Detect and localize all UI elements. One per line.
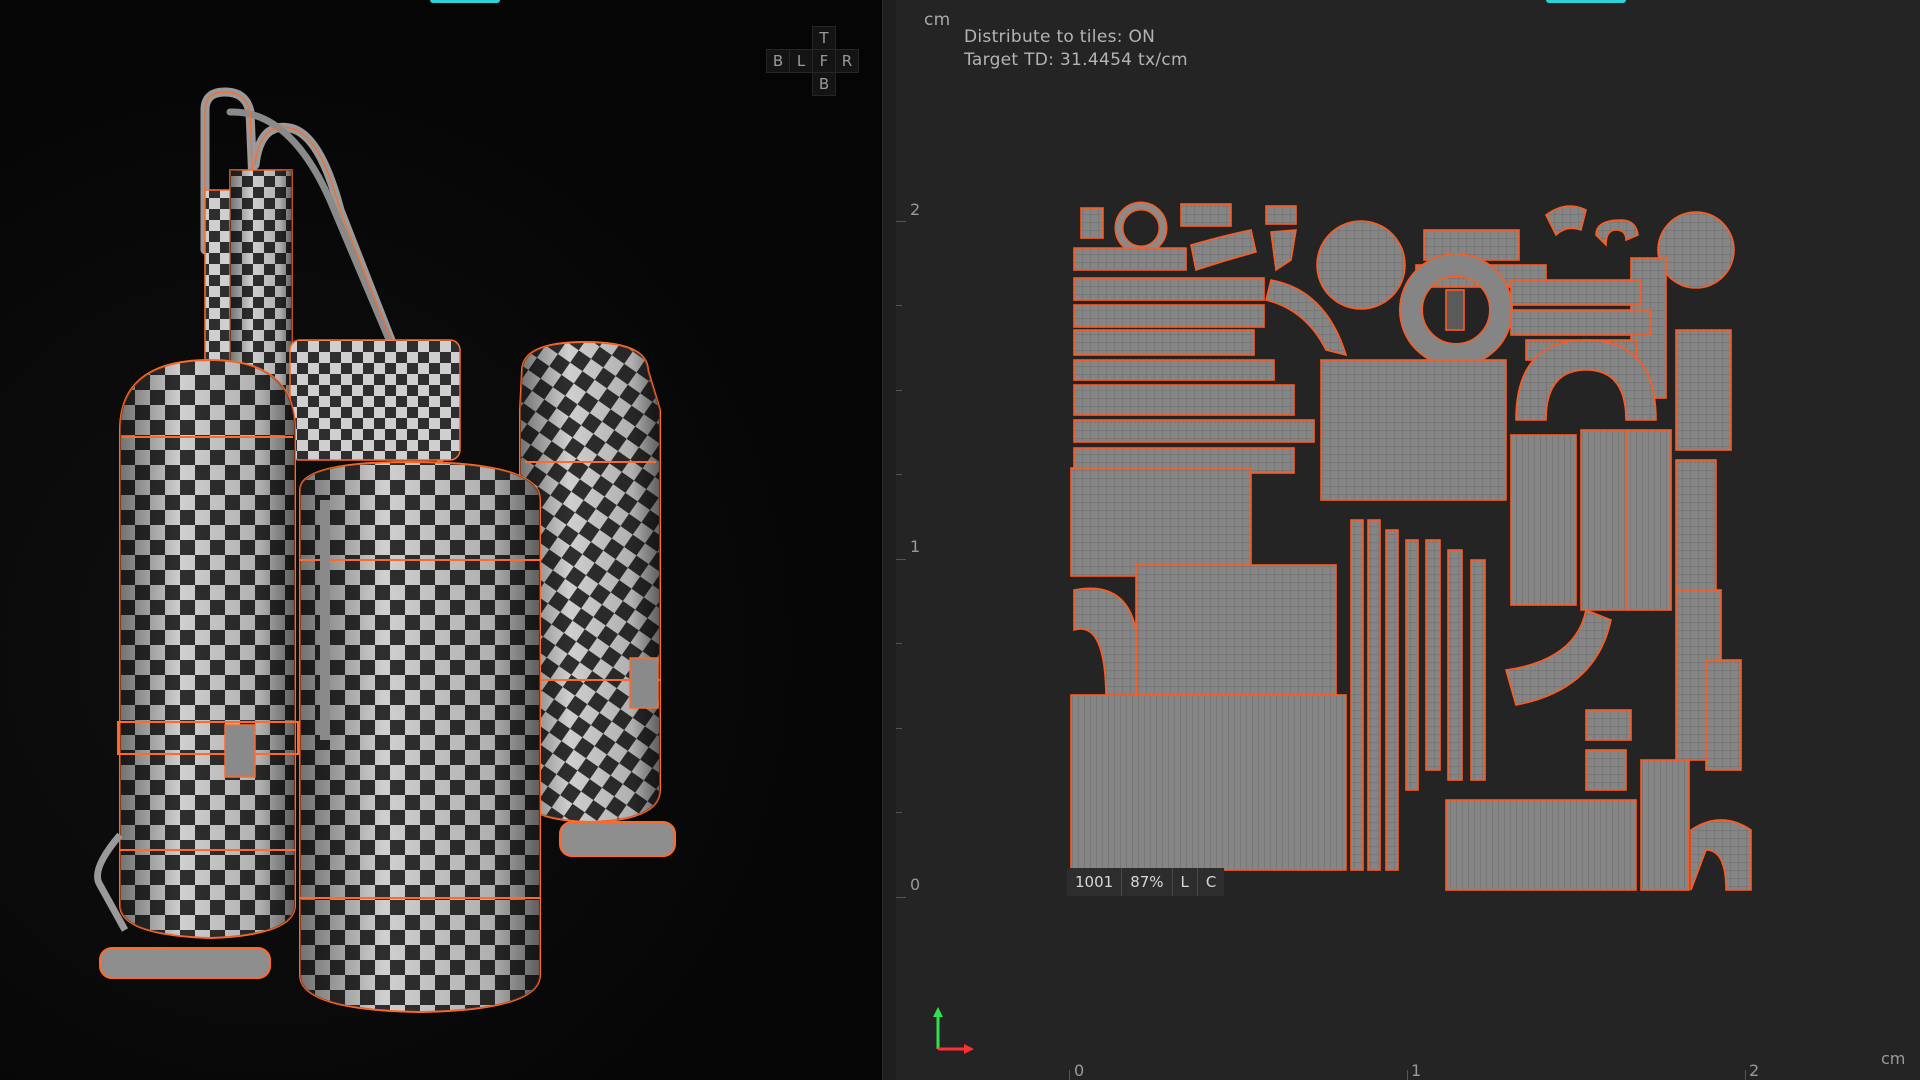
v-ruler-tick: [896, 559, 906, 560]
u-axis-label-1: 1: [1411, 1061, 1422, 1080]
tile-number: 1001: [1067, 868, 1123, 896]
u-axis-label-2: 2: [1749, 1061, 1760, 1080]
u-ruler-tick: [1407, 1070, 1408, 1080]
uv-tile-1001[interactable]: [1066, 190, 1766, 910]
tile-coverage: 87%: [1122, 868, 1173, 896]
u-ruler-tick: [1069, 1070, 1070, 1080]
uv-top-indicator: [1546, 0, 1626, 3]
3d-viewport[interactable]: T B L F R B: [0, 0, 882, 1080]
uv-editor-viewport[interactable]: cm Distribute to tiles: ON Target TD: 31…: [896, 0, 1920, 1080]
front-tank: [299, 460, 541, 1014]
left-tank: [117, 358, 299, 940]
u-ruler-tick: [1745, 1070, 1746, 1080]
unit-label-top: cm: [924, 10, 951, 30]
jetpack-model[interactable]: [0, 0, 882, 1080]
axis-gizmo: [933, 1007, 974, 1054]
v-axis-label-1: 1: [910, 537, 921, 556]
target-texel-density: Target TD: 31.4454 tx/cm: [964, 50, 1188, 70]
v-axis-label-2: 2: [910, 200, 921, 219]
u-ruler: 0 1 2 cm: [896, 1049, 1920, 1080]
u-axis-label-0: 0: [1074, 1061, 1085, 1080]
v-ruler-tick: [896, 474, 902, 475]
v-ruler-tick: [896, 812, 902, 813]
v-ruler-tick: [896, 221, 906, 222]
distribute-status: Distribute to tiles: ON: [964, 27, 1156, 47]
v-axis-label-0: 0: [910, 875, 921, 894]
v-ruler: 2 1 0: [896, 0, 926, 1080]
v-ruler-tick: [896, 305, 902, 306]
tile-status-bar: 1001 87% L C: [1067, 868, 1225, 896]
v-ruler-tick: [896, 643, 902, 644]
tile-color-toggle[interactable]: C: [1198, 868, 1224, 896]
v-ruler-tick: [896, 728, 902, 729]
v-ruler-tick: [896, 390, 902, 391]
v-ruler-tick: [896, 897, 906, 898]
tile-lock-toggle[interactable]: L: [1173, 868, 1198, 896]
unit-label-bottom: cm: [1881, 1049, 1906, 1068]
uv-shells[interactable]: [1070, 201, 1752, 891]
